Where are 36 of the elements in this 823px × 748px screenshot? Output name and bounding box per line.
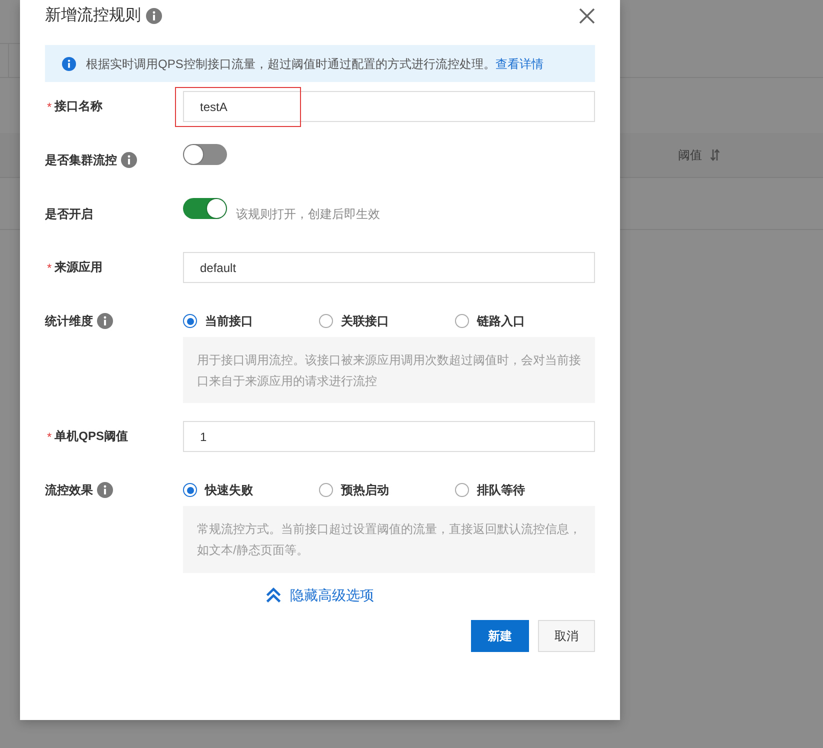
- notice-text: 根据实时调用QPS控制接口流量，超过阈值时通过配置的方式进行流控处理。查看详情: [86, 56, 544, 72]
- text-input[interactable]: testA: [183, 91, 595, 122]
- dialog-title: 新增流控规则: [45, 6, 141, 26]
- create-button[interactable]: 新建: [471, 620, 529, 652]
- field-label: 是否集群流控: [45, 152, 117, 168]
- field-label: 来源应用: [54, 259, 103, 276]
- info-icon: [146, 8, 162, 24]
- radio-option[interactable]: 当前接口: [183, 313, 253, 329]
- required-mark: *: [47, 100, 52, 114]
- field-label: 统计维度: [45, 312, 93, 330]
- info-icon: [62, 56, 76, 70]
- close-button[interactable]: [579, 8, 595, 24]
- required-mark: *: [47, 260, 52, 274]
- toggle-switch[interactable]: [183, 198, 227, 219]
- radio-option[interactable]: 快速失败: [183, 482, 253, 498]
- column-header-text: 阈值: [678, 146, 702, 164]
- details-link[interactable]: 查看详情: [495, 56, 544, 70]
- switch-hint: 该规则打开，创建后即生效: [236, 206, 380, 222]
- radio-option[interactable]: 预热启动: [319, 482, 389, 498]
- field-label: 流控效果: [45, 482, 93, 498]
- required-mark: *: [47, 430, 52, 444]
- text-input[interactable]: 1: [183, 421, 595, 452]
- cancel-button[interactable]: 取消: [538, 620, 595, 652]
- radio-option[interactable]: 链路入口: [455, 313, 525, 329]
- field-label: 是否开启: [45, 206, 93, 222]
- description-text: 常规流控方式。当前接口超过设置阈值的流量，直接返回默认流控信息，如文本/静态页面等。: [197, 521, 582, 559]
- radio-option[interactable]: 关联接口: [319, 313, 389, 329]
- toggle-switch[interactable]: [183, 144, 227, 165]
- sort-icon: [710, 149, 720, 161]
- field-label: 接口名称: [54, 98, 103, 115]
- field-label: 单机QPS阈值: [54, 428, 128, 445]
- description-text: 用于接口调用流控。该接口被来源应用调用次数超过阈值时，会对当前接口来自于来源应用的请求进行流控: [197, 352, 582, 390]
- advanced-options-toggle[interactable]: 隐藏高级选项: [266, 585, 374, 605]
- radio-option[interactable]: 排队等待: [455, 482, 525, 498]
- close-icon: [579, 8, 595, 24]
- text-input[interactable]: default: [183, 252, 595, 283]
